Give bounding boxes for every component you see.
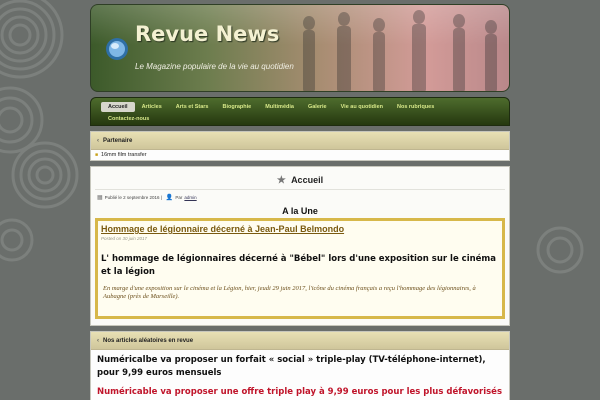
page-title-text: Accueil <box>291 175 324 185</box>
random-articles-header: ‹ Nos articles aléatoires en revue <box>91 332 509 350</box>
random-article-1[interactable]: Numéricalbe va proposer un forfait « soc… <box>91 350 509 380</box>
user-icon: 👤 <box>165 194 174 201</box>
logo-globe-icon <box>106 38 128 60</box>
nav-item-arts-et-stars[interactable]: Arts et Stars <box>169 102 216 112</box>
nav-item-biographie[interactable]: Biographie <box>215 102 258 112</box>
featured-article-date: Posted on 30 juin 2017 <box>101 236 148 241</box>
random-articles-title: Nos articles aléatoires en revue <box>103 337 194 344</box>
random-articles-widget: ‹ Nos articles aléatoires en revue Numér… <box>90 331 510 400</box>
bullet-icon: ■ <box>95 152 99 158</box>
featured-article-excerpt: En marge d'une exposition sur le cinéma … <box>103 285 476 300</box>
random-article-2[interactable]: Numéricable va proposer une offre triple… <box>91 380 509 398</box>
header-silhouettes <box>303 10 497 91</box>
partner-widget-title: Partenaire <box>103 137 133 144</box>
main-content: ★ Accueil ▦ Publié le 2 septembre 2016 |… <box>90 166 510 326</box>
post-meta: ▦ Publié le 2 septembre 2016 | 👤 Par adm… <box>95 190 505 204</box>
nav-item-vie-au-quotidien[interactable]: Vie au quotidien <box>334 102 390 112</box>
featured-article-title[interactable]: Hommage de légionnaire décerné à Jean-Pa… <box>101 223 499 235</box>
chevron-icon: ‹ <box>97 137 99 144</box>
featured-article-headline: L' hommage de légionnaires décerné à "Bé… <box>101 254 497 277</box>
published-date: Publié le 2 septembre 2016 | <box>104 194 162 200</box>
calendar-icon: ▦ <box>97 194 103 201</box>
nav-item-nos-rubriques[interactable]: Nos rubriques <box>390 102 441 112</box>
site-tagline: Le Magazine populaire de la vie au quoti… <box>135 62 294 71</box>
nav-item-contactez-nous[interactable]: Contactez-nous <box>101 114 156 124</box>
nav-item-galerie[interactable]: Galerie <box>301 102 334 112</box>
featured-article: Hommage de légionnaire décerné à Jean-Pa… <box>95 218 505 319</box>
author-link[interactable]: admin <box>184 195 196 200</box>
section-heading: A la Une <box>282 206 318 216</box>
star-icon: ★ <box>276 175 286 186</box>
partner-link-row: ■ 16mm film transfer <box>91 150 509 160</box>
main-navigation: Accueil Articles Arts et Stars Biographi… <box>90 97 510 126</box>
author-prefix: Par <box>175 194 183 200</box>
nav-item-articles[interactable]: Articles <box>135 102 169 112</box>
site-header: Revue News Le Magazine populaire de la v… <box>90 4 510 92</box>
nav-item-accueil[interactable]: Accueil <box>101 102 135 112</box>
chevron-icon: ‹ <box>97 337 99 344</box>
page-title: ★ Accueil <box>95 170 505 190</box>
partner-widget-header: ‹ Partenaire <box>91 132 509 150</box>
nav-item-multimedia[interactable]: Multimédia <box>258 102 301 112</box>
site-title[interactable]: Revue News <box>135 22 279 46</box>
page-wrapper: Revue News Le Magazine populaire de la v… <box>90 4 510 400</box>
partner-link[interactable]: 16mm film transfer <box>101 152 147 158</box>
partner-widget: ‹ Partenaire ■ 16mm film transfer <box>90 131 510 161</box>
